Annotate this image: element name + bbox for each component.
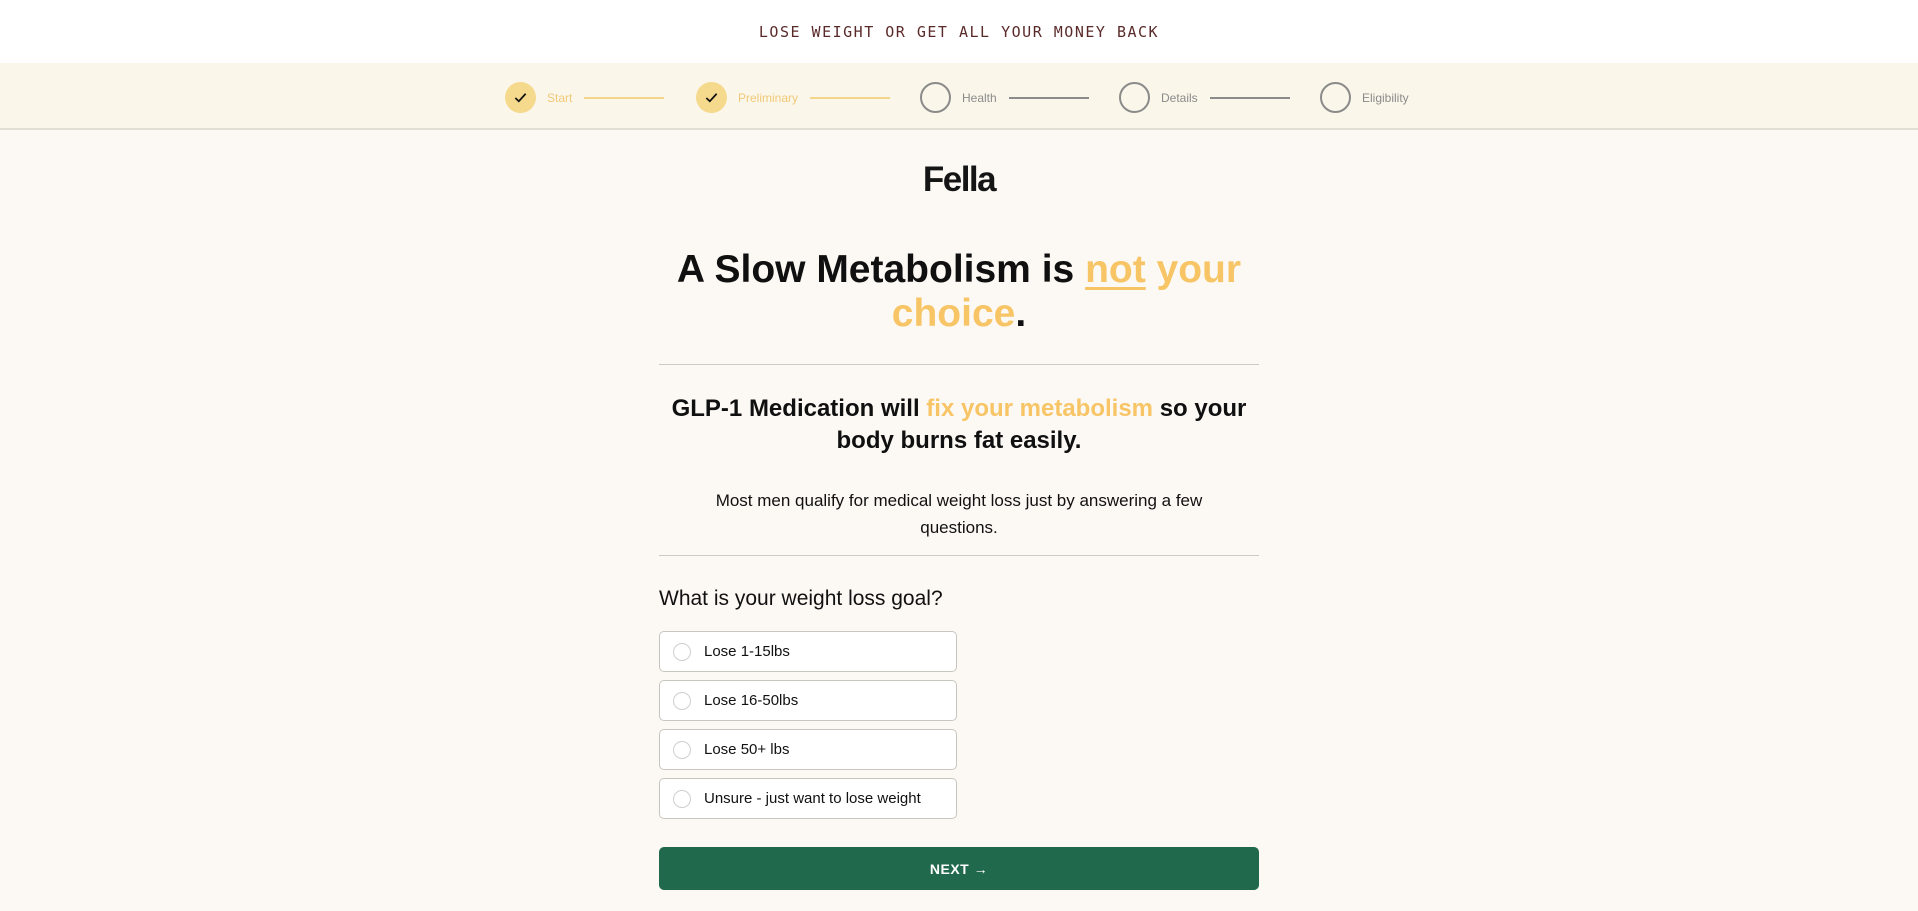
step-details: Details	[1119, 82, 1290, 113]
banner-text: LOSE WEIGHT OR GET ALL YOUR MONEY BACK	[758, 22, 1160, 41]
top-banner: LOSE WEIGHT OR GET ALL YOUR MONEY BACK	[0, 0, 1918, 63]
step-label: Start	[547, 90, 573, 105]
progress-stepper: Start Preliminary Health Details Eligibi…	[0, 63, 1918, 130]
step-health: Health	[920, 82, 1089, 113]
subhead-text: GLP-1 Medication will	[671, 395, 927, 422]
step-check-icon	[696, 82, 727, 113]
headline-text: A Slow Metabolism is	[676, 248, 1086, 291]
step-start: Start	[505, 82, 665, 113]
step-connector	[1008, 96, 1089, 99]
radio-button[interactable]	[673, 642, 691, 661]
step-circle-icon	[920, 82, 951, 113]
option-label: Lose 1-15lbs	[704, 643, 790, 660]
step-eligibility: Eligibility	[1320, 82, 1409, 113]
step-label: Health	[962, 90, 997, 105]
brand-logo: Fella	[922, 160, 997, 199]
step-label: Details	[1161, 90, 1198, 105]
radio-button[interactable]	[673, 691, 691, 710]
radio-button[interactable]	[673, 789, 691, 808]
step-label: Eligibility	[1362, 90, 1409, 105]
step-circle-icon	[1320, 82, 1351, 113]
step-label: Preliminary	[738, 90, 799, 105]
step-circle-icon	[1119, 82, 1150, 113]
intro-text: Most men qualify for medical weight loss…	[715, 491, 1203, 537]
question-label: What is your weight loss goal?	[659, 587, 943, 610]
option-label: Lose 50+ lbs	[704, 741, 790, 758]
step-check-icon	[505, 82, 536, 113]
divider	[659, 555, 1259, 556]
option-unsure[interactable]: Unsure - just want to lose weight	[659, 778, 957, 819]
step-connector	[1209, 96, 1290, 99]
page-headline: A Slow Metabolism is not your choice.	[659, 248, 1259, 336]
option-label: Unsure - just want to lose weight	[704, 790, 921, 807]
option-lose-1-15lbs[interactable]: Lose 1-15lbs	[659, 631, 957, 672]
headline-accent-underlined: not	[1085, 248, 1146, 291]
option-label: Lose 16-50lbs	[704, 692, 799, 709]
option-lose-50-plus-lbs[interactable]: Lose 50+ lbs	[659, 729, 957, 770]
headline-period: .	[1015, 292, 1027, 335]
step-preliminary: Preliminary	[696, 82, 891, 113]
next-button[interactable]: NEXT →	[659, 847, 1259, 890]
divider	[659, 364, 1259, 365]
subhead-accent: fix your metabolism	[926, 395, 1154, 422]
option-lose-16-50lbs[interactable]: Lose 16-50lbs	[659, 680, 957, 721]
radio-button[interactable]	[673, 740, 691, 759]
step-connector	[810, 96, 891, 99]
subheadline: GLP-1 Medication will fix your metabolis…	[659, 393, 1259, 457]
step-connector	[584, 96, 665, 99]
